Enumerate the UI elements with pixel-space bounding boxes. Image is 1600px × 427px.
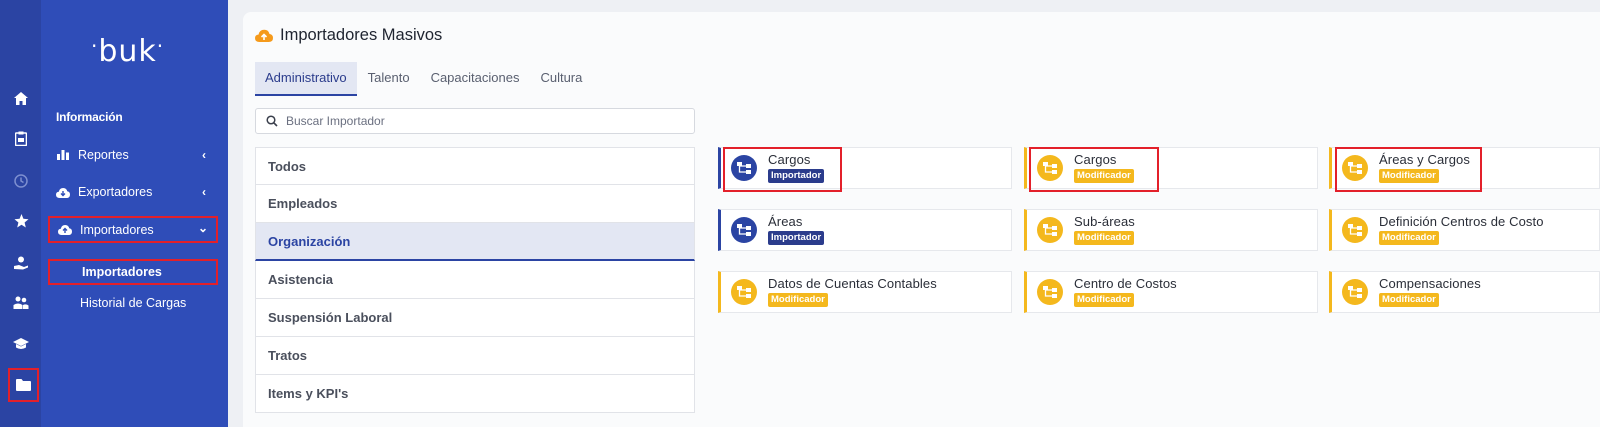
sidebar-subitem-importadores[interactable]: Importadores (48, 259, 218, 285)
importador-badge: Importador (768, 169, 825, 183)
importador-badge: Importador (768, 231, 825, 245)
star-icon[interactable] (10, 210, 32, 232)
category-todos[interactable]: Todos (255, 147, 695, 185)
sidebar-item-label: Reportes (78, 148, 129, 162)
tab-administrativo[interactable]: Administrativo (255, 62, 357, 96)
importer-card[interactable]: Cargos Modificador (1024, 147, 1318, 189)
brand-logo[interactable]: ·buk· (91, 34, 164, 69)
sidebar-item-importadores[interactable]: Importadores ⌄ (48, 216, 218, 243)
search-box (255, 108, 695, 134)
sidebar-item-reportes[interactable]: Reportes ‹ (56, 142, 214, 168)
tab-cultura[interactable]: Cultura (530, 62, 592, 96)
search-icon (266, 115, 278, 127)
card-title: Centro de Costos (1074, 276, 1177, 291)
modificador-badge: Modificador (1379, 293, 1439, 307)
cloud-download-icon (56, 185, 70, 199)
category-items-kpis[interactable]: Items y KPI's (255, 375, 695, 413)
card-title: Sub-áreas (1074, 214, 1135, 229)
modificador-badge: Modificador (1074, 293, 1134, 307)
category-organizacion[interactable]: Organización (255, 223, 695, 261)
cloud-upload-icon (58, 223, 72, 237)
tab-capacitaciones[interactable]: Capacitaciones (421, 62, 530, 96)
category-tratos[interactable]: Tratos (255, 337, 695, 375)
org-chart-icon (1342, 279, 1368, 305)
team-icon[interactable] (10, 292, 32, 314)
org-chart-icon (731, 217, 757, 243)
org-chart-icon (1037, 155, 1063, 181)
clock-icon[interactable] (10, 170, 32, 192)
modificador-badge: Modificador (1379, 231, 1439, 245)
org-chart-icon (1037, 217, 1063, 243)
category-asistencia[interactable]: Asistencia (255, 261, 695, 299)
bar-chart-icon (56, 148, 70, 162)
page-title: Importadores Masivos (255, 26, 442, 45)
importer-card[interactable]: Datos de Cuentas Contables Modificador (718, 271, 1012, 313)
card-title: Compensaciones (1379, 276, 1481, 291)
user-hand-icon[interactable] (10, 252, 32, 274)
importer-card[interactable]: Sub-áreas Modificador (1024, 209, 1318, 251)
home-icon[interactable] (10, 87, 32, 109)
importer-card[interactable]: Áreas y Cargos Modificador (1329, 147, 1600, 189)
chevron-left-icon: ‹ (202, 185, 206, 199)
category-suspension-laboral[interactable]: Suspensión Laboral (255, 299, 695, 337)
category-empleados[interactable]: Empleados (255, 185, 695, 223)
org-chart-icon (1342, 155, 1368, 181)
clipboard-icon[interactable] (10, 127, 32, 149)
chevron-left-icon: ‹ (202, 148, 206, 162)
modificador-badge: Modificador (1074, 169, 1134, 183)
sidebar-item-exportadores[interactable]: Exportadores ‹ (56, 179, 214, 205)
modificador-badge: Modificador (1074, 231, 1134, 245)
sidebar-section-title: Información (56, 110, 123, 124)
sidebar-subitem-historial-de-cargas[interactable]: Historial de Cargas (80, 296, 186, 310)
card-title: Cargos (768, 152, 811, 167)
page-title-text: Importadores Masivos (280, 26, 443, 44)
tab-bar: Administrativo Talento Capacitaciones Cu… (255, 62, 593, 96)
icon-rail (0, 0, 41, 427)
modificador-badge: Modificador (1379, 169, 1439, 183)
org-chart-icon (731, 155, 757, 181)
importer-card[interactable]: Definición Centros de Costo Modificador (1329, 209, 1600, 251)
search-input[interactable] (286, 114, 666, 128)
modificador-badge: Modificador (768, 293, 828, 307)
org-chart-icon (1342, 217, 1368, 243)
graduation-cap-icon[interactable] (10, 333, 32, 355)
tab-talento[interactable]: Talento (358, 62, 420, 96)
importer-card[interactable]: Áreas Importador (718, 209, 1012, 251)
org-chart-icon (1037, 279, 1063, 305)
card-title: Áreas (768, 214, 803, 229)
sidebar: ·buk· Información Reportes ‹ Exportadore… (41, 0, 228, 427)
main-panel: Importadores Masivos Administrativo Tale… (243, 12, 1600, 427)
card-title: Cargos (1074, 152, 1117, 167)
cloud-upload-icon (255, 29, 273, 42)
folder-icon[interactable] (8, 368, 39, 402)
card-title: Datos de Cuentas Contables (768, 276, 937, 291)
card-title: Definición Centros de Costo (1379, 214, 1544, 229)
card-title: Áreas y Cargos (1379, 152, 1470, 167)
sidebar-item-label: Exportadores (78, 185, 153, 199)
sidebar-item-label: Importadores (80, 222, 154, 237)
chevron-down-icon: ⌄ (197, 221, 208, 235)
importer-card[interactable]: Compensaciones Modificador (1329, 271, 1600, 313)
category-list: Todos Empleados Organización Asistencia … (255, 147, 695, 413)
org-chart-icon (731, 279, 757, 305)
importer-card[interactable]: Centro de Costos Modificador (1024, 271, 1318, 313)
importer-card[interactable]: Cargos Importador (718, 147, 1012, 189)
